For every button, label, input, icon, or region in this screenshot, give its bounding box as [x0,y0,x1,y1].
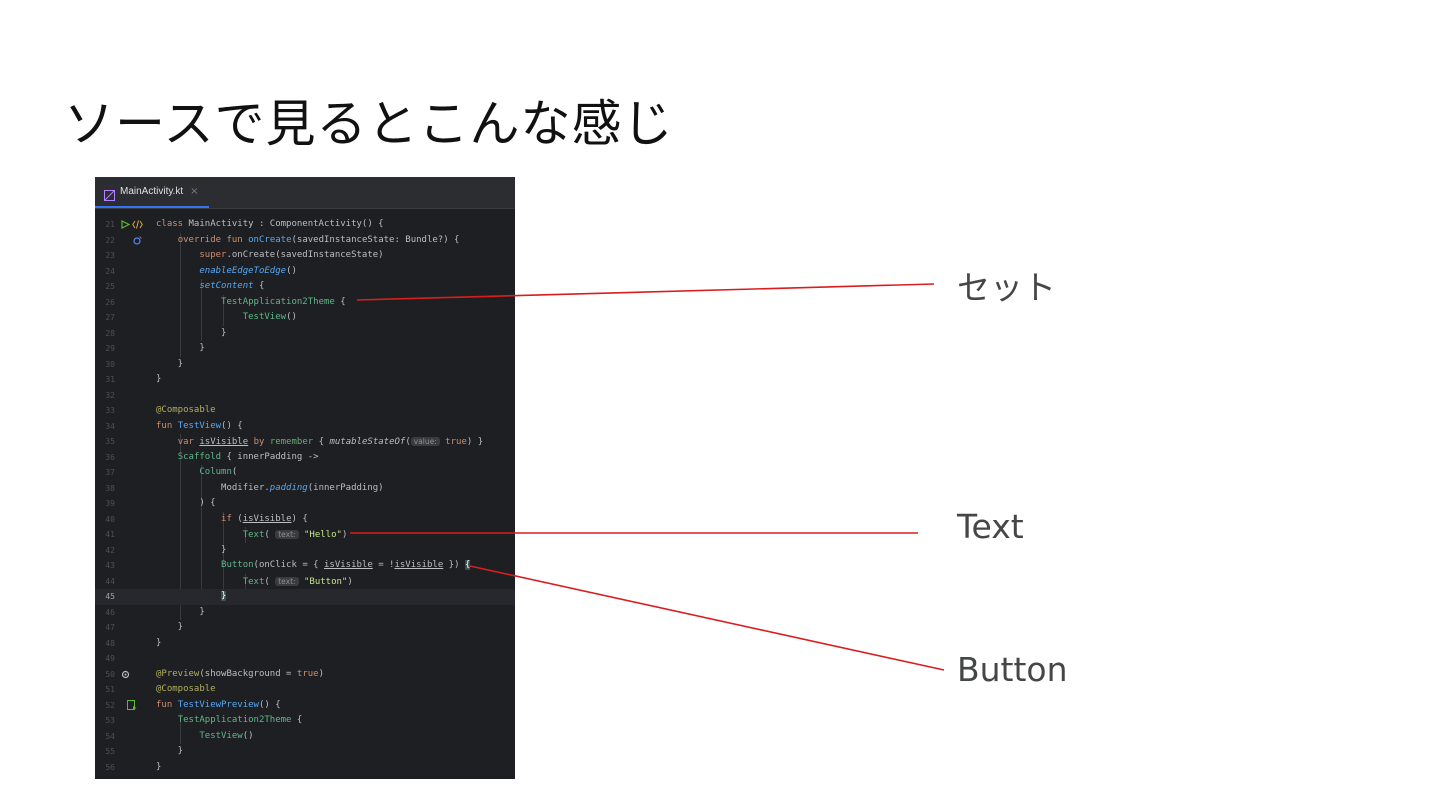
arrow-line-set [356,283,935,301]
annotation-arrows [350,283,945,671]
arrow-line-button [469,565,945,671]
